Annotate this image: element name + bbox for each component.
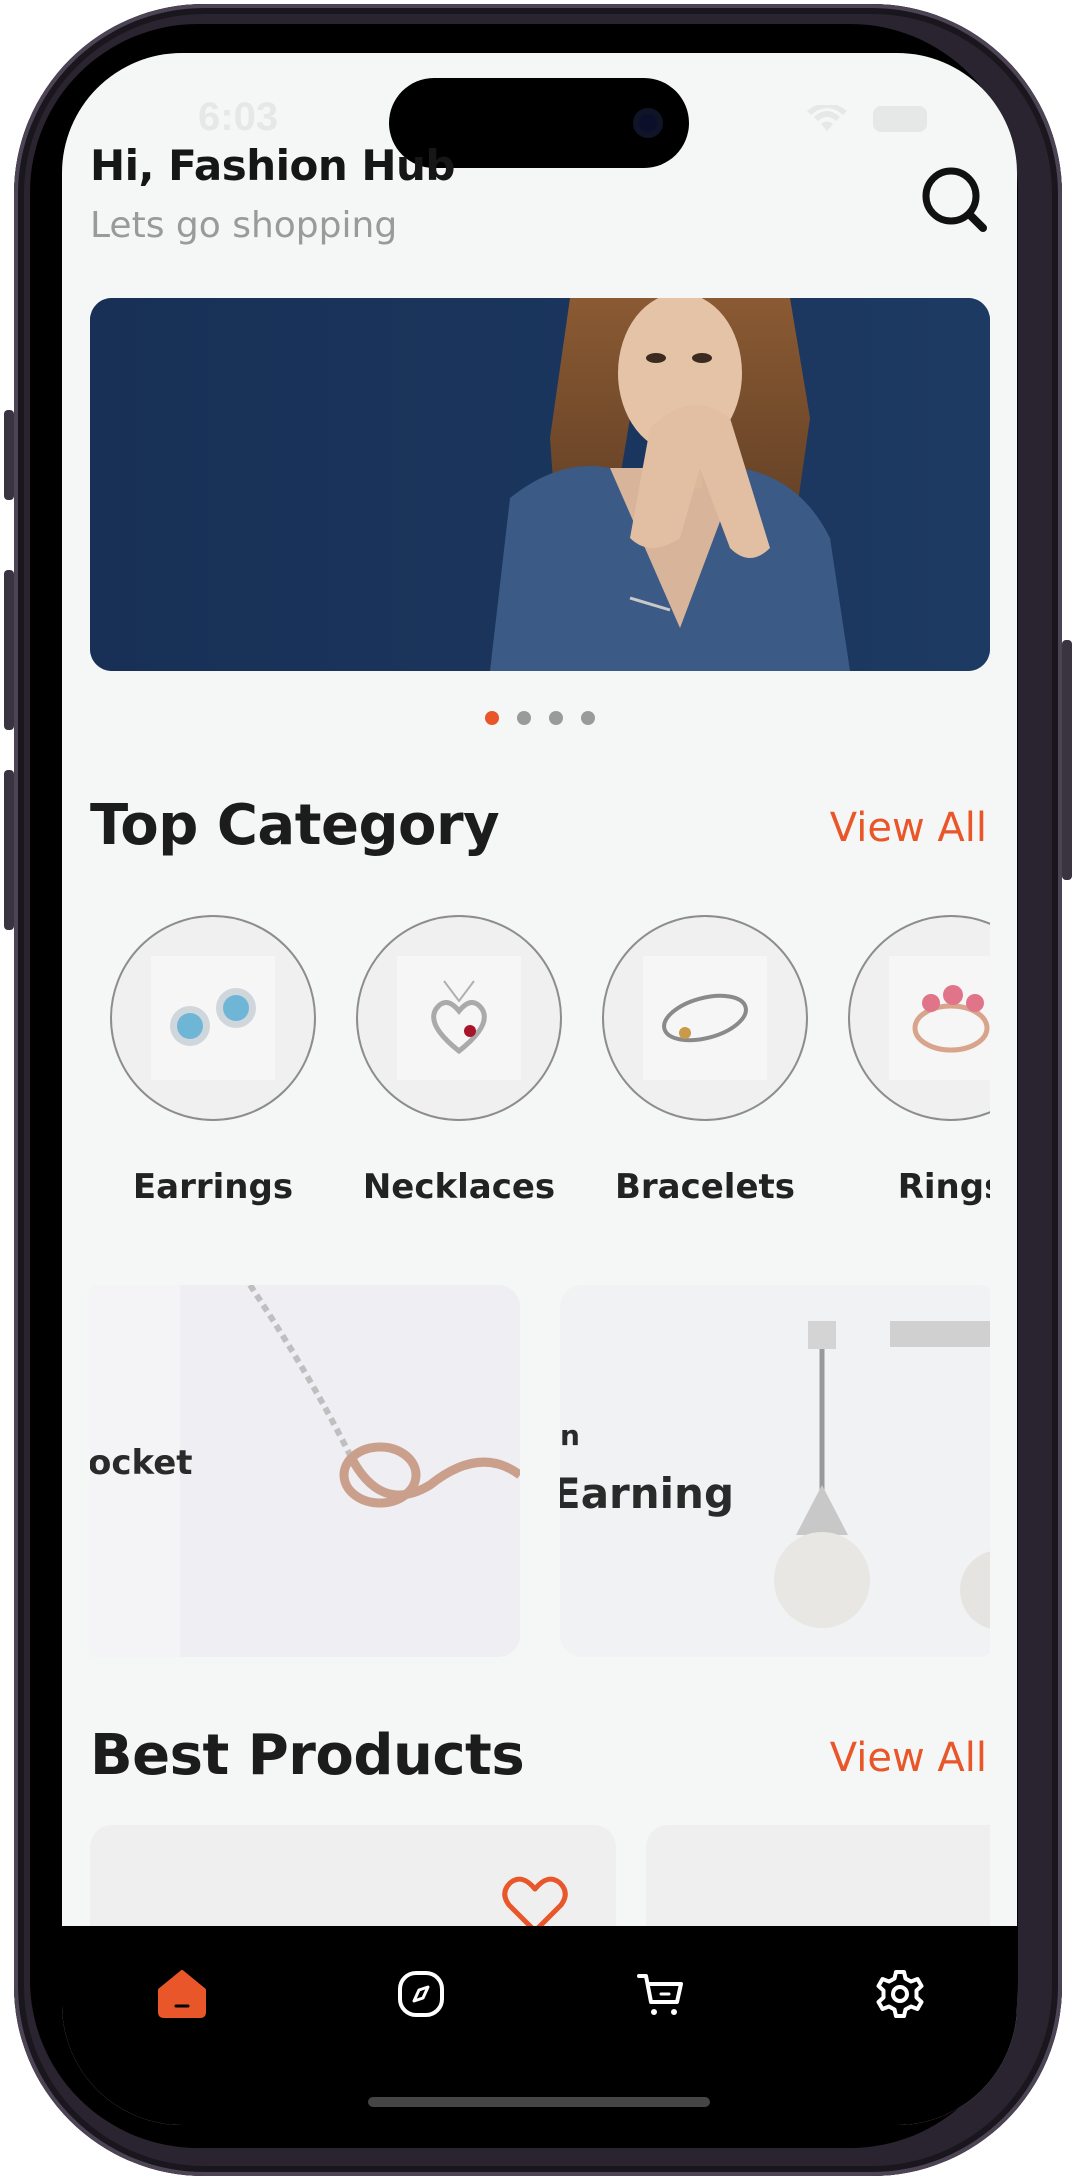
category-list: Earrings Necklaces Bracelets Ring bbox=[90, 915, 990, 1245]
earrings-icon bbox=[170, 988, 256, 1046]
category-item-bracelets[interactable]: Bracelets bbox=[602, 915, 808, 1207]
pagination-dot[interactable] bbox=[516, 711, 531, 725]
side-button bbox=[4, 770, 14, 930]
banner-pagination bbox=[62, 711, 1017, 725]
promo-carousel: ocket n Earning bbox=[90, 1285, 990, 1657]
app-screen: 6:03 Hi, Fashion Hub Lets go shopping To… bbox=[62, 53, 1017, 2125]
category-item-rings[interactable]: Rings bbox=[848, 915, 990, 1207]
home-indicator bbox=[368, 2097, 710, 2107]
best-products-title: Best Products bbox=[90, 1723, 525, 1788]
category-label: Rings bbox=[897, 1167, 990, 1207]
category-item-necklaces[interactable]: Necklaces bbox=[356, 915, 562, 1207]
pagination-dot-active[interactable] bbox=[484, 711, 499, 725]
hero-banner[interactable] bbox=[90, 298, 990, 671]
category-item-earrings[interactable]: Earrings bbox=[110, 915, 316, 1207]
ring-icon bbox=[912, 985, 990, 1053]
category-image-frame[interactable] bbox=[110, 915, 316, 1121]
promo-card-earring[interactable]: n Earning bbox=[560, 1285, 990, 1657]
category-label: Earrings bbox=[132, 1167, 294, 1207]
battery-icon bbox=[873, 106, 927, 132]
bottom-tab-bar bbox=[62, 1926, 1017, 2125]
category-image-frame[interactable] bbox=[356, 915, 562, 1121]
compass-icon[interactable] bbox=[395, 1968, 447, 2020]
cart-icon[interactable] bbox=[635, 1968, 687, 2020]
status-time: 6:03 bbox=[198, 95, 279, 139]
gear-icon[interactable] bbox=[874, 1968, 926, 2020]
camera-icon bbox=[633, 108, 663, 138]
promo-label: Earning bbox=[560, 1469, 735, 1518]
greeting-title: Hi, Fashion Hub bbox=[90, 141, 455, 190]
bracelet-icon bbox=[662, 993, 748, 1043]
top-category-view-all-link[interactable]: View All bbox=[830, 805, 987, 851]
promo-card-necklace[interactable]: ocket bbox=[90, 1285, 520, 1657]
promo-label-small: n bbox=[560, 1419, 580, 1452]
category-label: Necklaces bbox=[362, 1167, 556, 1207]
wifi-icon bbox=[807, 105, 847, 131]
necklace-icon bbox=[431, 980, 487, 1055]
greeting-subtitle: Lets go shopping bbox=[90, 205, 398, 246]
banner-model-image bbox=[90, 298, 990, 671]
best-products-view-all-link[interactable]: View All bbox=[830, 1735, 987, 1781]
home-icon[interactable] bbox=[156, 1968, 208, 2020]
category-image-frame[interactable] bbox=[848, 915, 990, 1121]
status-icons bbox=[805, 105, 927, 133]
pagination-dot[interactable] bbox=[580, 711, 595, 725]
top-category-title: Top Category bbox=[90, 793, 500, 858]
side-button bbox=[4, 570, 14, 730]
search-icon[interactable] bbox=[920, 165, 990, 235]
category-label: Bracelets bbox=[614, 1167, 796, 1207]
pagination-dot[interactable] bbox=[548, 711, 563, 725]
category-image-frame[interactable] bbox=[602, 915, 808, 1121]
promo-label: ocket bbox=[90, 1443, 193, 1483]
side-button bbox=[4, 410, 14, 500]
side-button bbox=[1062, 640, 1072, 880]
